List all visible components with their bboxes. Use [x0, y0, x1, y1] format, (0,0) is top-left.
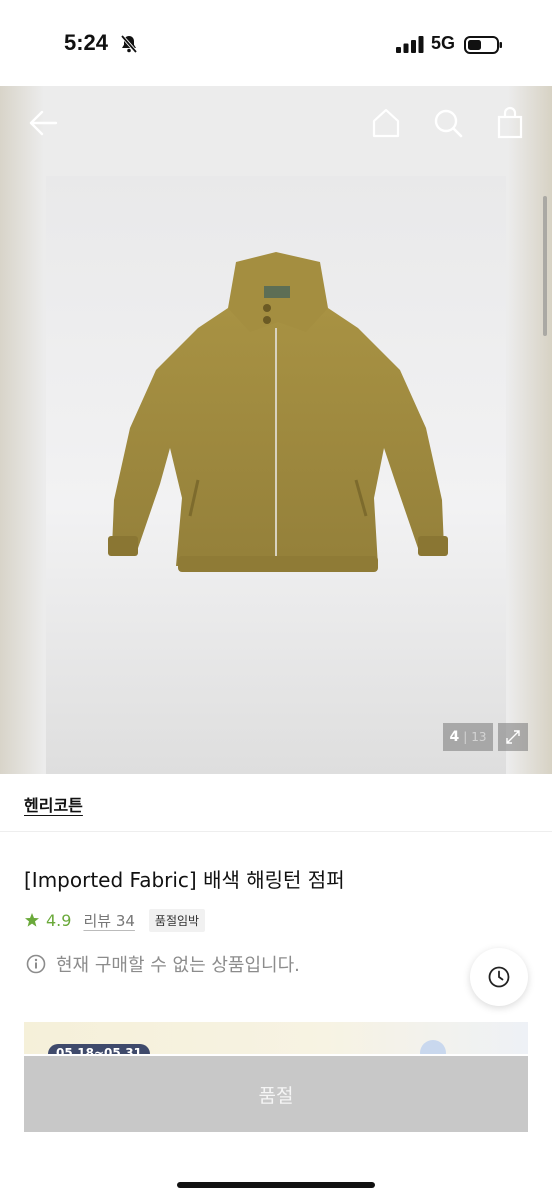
- expand-icon: [506, 730, 520, 744]
- star-icon: [25, 913, 39, 927]
- stock-status-badge: 품절임박: [148, 908, 206, 932]
- network-label: 5G: [431, 33, 456, 53]
- sold-out-button[interactable]: 품절: [24, 1056, 528, 1132]
- gallery-separator: |: [463, 730, 468, 744]
- bell-slash-icon: [120, 34, 138, 54]
- back-arrow-icon[interactable]: [26, 106, 60, 140]
- product-title: [Imported Fabric] 배색 해링턴 점퍼: [24, 868, 345, 892]
- gallery-page-counter: 4 | 13: [443, 723, 493, 751]
- search-icon[interactable]: [431, 106, 465, 140]
- brand-link[interactable]: 헨리코튼: [24, 792, 83, 816]
- review-count-link[interactable]: 리뷰 34: [83, 910, 134, 931]
- product-image-gallery[interactable]: [0, 86, 552, 774]
- battery-icon: [464, 36, 502, 54]
- gallery-total-pages: 13: [471, 730, 487, 744]
- clock-icon: [488, 966, 510, 988]
- bottom-cta-bar: 품절: [0, 1054, 552, 1200]
- rating-row: 4.9 리뷰 34 품절임박: [24, 908, 206, 932]
- gallery-current-page: 4: [449, 729, 460, 745]
- purchase-notice: 현재 구매할 수 없는 상품입니다.: [26, 950, 300, 978]
- status-time: 5:24: [64, 30, 109, 55]
- signal-icon: [396, 36, 424, 53]
- gallery-scroll-indicator: [543, 196, 547, 336]
- brand-row: 헨리코튼: [0, 774, 552, 832]
- gallery-expand-button[interactable]: [498, 723, 528, 751]
- home-indicator[interactable]: [177, 1182, 375, 1188]
- purchase-notice-text: 현재 구매할 수 없는 상품입니다.: [56, 955, 300, 976]
- shopping-bag-icon[interactable]: [493, 106, 527, 140]
- status-bar: 5:24 5G: [0, 0, 552, 86]
- info-icon: [26, 954, 46, 974]
- product-photo: [108, 252, 448, 572]
- recently-viewed-button[interactable]: [470, 948, 528, 1006]
- home-icon[interactable]: [369, 106, 403, 140]
- rating-value: 4.9: [46, 910, 72, 930]
